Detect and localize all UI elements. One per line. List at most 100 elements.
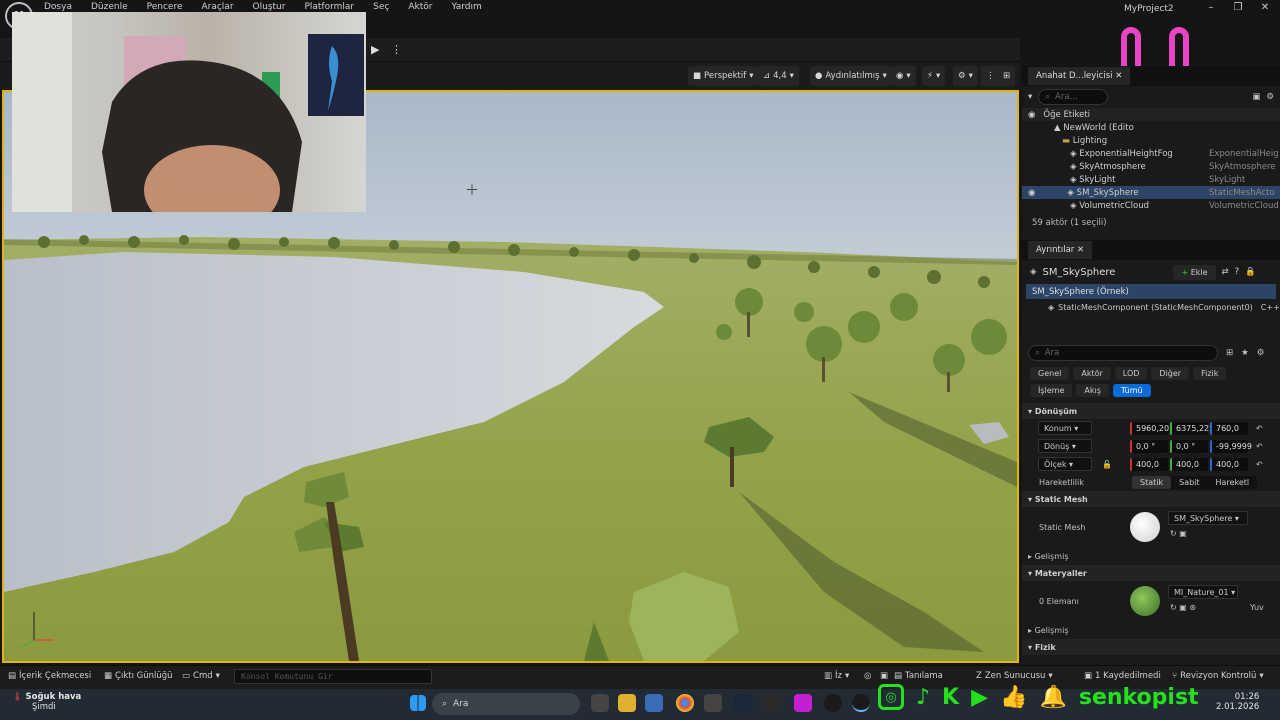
filter-misc[interactable]: Diğer bbox=[1151, 367, 1190, 380]
menu-help[interactable]: Yardım bbox=[451, 2, 490, 12]
layout-grid-icon[interactable]: ⊞ bbox=[998, 66, 1016, 86]
tree-row-folder[interactable]: ▬ Lighting bbox=[1022, 134, 1280, 147]
perspective-button[interactable]: ■ Perspektif ▾ bbox=[688, 66, 759, 86]
menu-tools[interactable]: Araçlar bbox=[201, 2, 242, 12]
camera-icon[interactable]: ▣ bbox=[880, 671, 888, 681]
steam-icon[interactable] bbox=[734, 694, 752, 712]
tree-row-skylight[interactable]: ◈ SkyLight SkyLight bbox=[1022, 173, 1280, 186]
menu-actor[interactable]: Aktör bbox=[408, 2, 441, 12]
chrome-icon[interactable] bbox=[676, 694, 694, 712]
settings-icon[interactable]: ⚙ bbox=[1266, 92, 1274, 102]
eye-icon[interactable]: ◉ bbox=[1028, 110, 1035, 120]
store-icon[interactable] bbox=[645, 694, 663, 712]
browse-icon[interactable]: ↻ ▣ ⊛ bbox=[1170, 603, 1196, 612]
filter-icon[interactable]: ▾ bbox=[1028, 92, 1032, 102]
details-tab[interactable]: Ayrıntılar ✕ bbox=[1028, 241, 1093, 259]
more-options-icon[interactable]: ⋮ bbox=[391, 43, 402, 56]
folder-add-icon[interactable]: ▣ bbox=[1252, 92, 1260, 102]
tree-row-world[interactable]: ▲ NewWorld (Edito bbox=[1022, 121, 1280, 134]
star-icon[interactable]: ★ bbox=[1241, 348, 1249, 358]
lock-icon[interactable]: 🔒 bbox=[1245, 267, 1256, 277]
table-view-icon[interactable]: ⊞ bbox=[1226, 348, 1233, 358]
output-log-button[interactable]: ▦ Çıktı Günlüğü bbox=[104, 671, 173, 681]
trace-button[interactable]: ▥ İz ▾ bbox=[824, 671, 849, 681]
reset-icon[interactable]: ↶ bbox=[1256, 442, 1263, 451]
gear-icon[interactable]: ⚙ bbox=[1257, 348, 1265, 358]
filter-physics[interactable]: Fizik bbox=[1193, 367, 1227, 380]
lock-icon[interactable]: 🔓 bbox=[1102, 460, 1112, 469]
camera-speed-button[interactable]: ⊿ 4,4 ▾ bbox=[758, 66, 799, 86]
rotation-dropdown[interactable]: Dönüş ▾ bbox=[1038, 439, 1092, 453]
location-z[interactable]: 760,0 bbox=[1210, 421, 1248, 435]
app-purple-icon[interactable] bbox=[794, 694, 812, 712]
filter-rendering[interactable]: İşleme bbox=[1030, 384, 1073, 397]
browse-icon[interactable]: ↻ ▣ bbox=[1170, 529, 1187, 538]
cmd-dropdown[interactable]: ▭ Cmd ▾ bbox=[182, 671, 220, 681]
epic-games-icon[interactable] bbox=[764, 694, 782, 712]
weather-widget[interactable]: 🌡 Soğuk hava Şimdi bbox=[12, 692, 81, 712]
viewport-menu-icon[interactable]: ⋮ bbox=[981, 66, 1000, 86]
section-static-mesh[interactable]: ▾ Static Mesh bbox=[1022, 491, 1280, 507]
app-icon[interactable] bbox=[704, 694, 722, 712]
unreal-active-icon[interactable] bbox=[852, 694, 870, 712]
clock[interactable]: 01:26 2.01.2026 bbox=[1216, 692, 1259, 712]
file-explorer-icon[interactable] bbox=[618, 694, 636, 712]
material-dropdown[interactable]: MI_Nature_01 ▾ bbox=[1168, 585, 1238, 599]
play-icon[interactable]: ▶ bbox=[371, 43, 379, 56]
scale-y[interactable]: 400,0 bbox=[1170, 457, 1208, 471]
taskbar-search[interactable]: ⌕ Ara bbox=[432, 693, 580, 715]
eye-icon[interactable]: ◉ bbox=[1028, 188, 1035, 198]
filter-streaming[interactable]: Akış bbox=[1076, 384, 1109, 397]
section-materials[interactable]: ▾ Materyaller bbox=[1022, 565, 1280, 581]
mobility-static[interactable]: Statik bbox=[1132, 475, 1172, 489]
menu-select[interactable]: Seç bbox=[373, 2, 398, 12]
tree-row-fog[interactable]: ◈ ExponentialHeightFog ExponentialHeig bbox=[1022, 147, 1280, 160]
console-input[interactable]: Konsol Komutunu Gir bbox=[234, 669, 432, 684]
filter-all[interactable]: Tümü bbox=[1112, 384, 1151, 397]
advanced-row[interactable]: ▸ Gelişmiş bbox=[1022, 547, 1280, 565]
scale-x[interactable]: 400,0 bbox=[1130, 457, 1168, 471]
instance-row[interactable]: SM_SkySphere (Örnek) bbox=[1026, 284, 1276, 299]
rotation-x[interactable]: 0,0 ° bbox=[1130, 439, 1168, 453]
maximize-icon[interactable]: ❐ bbox=[1231, 2, 1245, 13]
tree-row-skysphere[interactable]: ◉ ◈ SM_SkySphere StaticMeshActo bbox=[1022, 186, 1280, 199]
lighting-mode-button[interactable]: ● Aydınlatılmış ▾ bbox=[810, 66, 892, 86]
show-flags-button[interactable]: ◉ ▾ bbox=[891, 66, 916, 86]
unsaved-button[interactable]: ▣ 1 Kaydedilmedi bbox=[1084, 671, 1161, 681]
close-icon[interactable]: ✕ bbox=[1258, 2, 1272, 13]
mobility-movable[interactable]: Hareketl bbox=[1208, 476, 1258, 489]
reset-icon[interactable]: ↶ bbox=[1256, 424, 1263, 433]
scale-dropdown[interactable]: Ölçek ▾ bbox=[1038, 457, 1092, 471]
revision-control-button[interactable]: ⑂ Revizyon Kontrolü ▾ bbox=[1172, 671, 1264, 681]
mesh-dropdown[interactable]: SM_SkySphere ▾ bbox=[1168, 511, 1248, 525]
record-icon[interactable]: ◎ bbox=[864, 671, 871, 681]
derived-button[interactable]: ▤ Tanılama bbox=[894, 671, 943, 681]
unreal-taskbar-icon[interactable] bbox=[824, 694, 842, 712]
filter-actor[interactable]: Aktör bbox=[1073, 367, 1111, 380]
scale-z[interactable]: 400,0 bbox=[1210, 457, 1248, 471]
mobility-stationary[interactable]: Sabit bbox=[1171, 476, 1207, 489]
menu-platforms[interactable]: Platformlar bbox=[304, 2, 363, 12]
material-thumbnail[interactable] bbox=[1130, 586, 1160, 616]
filter-general[interactable]: Genel bbox=[1030, 367, 1070, 380]
filter-lod[interactable]: LOD bbox=[1114, 367, 1148, 380]
menu-file[interactable]: Dosya bbox=[44, 2, 81, 12]
section-physics[interactable]: ▾ Fizik bbox=[1022, 639, 1280, 655]
section-transform[interactable]: ▾ Dönüşüm bbox=[1022, 403, 1280, 419]
outliner-tab[interactable]: Anahat D...leyicisi ✕ bbox=[1028, 67, 1131, 85]
reset-icon[interactable]: ↶ bbox=[1256, 460, 1263, 469]
help-icon[interactable]: ? bbox=[1235, 267, 1240, 277]
task-view-icon[interactable] bbox=[591, 694, 609, 712]
snap-button[interactable]: ⚡ ▾ bbox=[922, 66, 946, 86]
tree-row-atmosphere[interactable]: ◈ SkyAtmosphere SkyAtmosphere bbox=[1022, 160, 1280, 173]
outliner-search-input[interactable]: ⌕ Ara... bbox=[1038, 89, 1109, 105]
content-drawer-button[interactable]: ▤ İçerik Çekmecesi bbox=[8, 671, 91, 681]
menu-edit[interactable]: Düzenle bbox=[91, 2, 137, 12]
advanced-row-2[interactable]: ▸ Gelişmiş bbox=[1022, 621, 1280, 639]
windows-start-icon[interactable] bbox=[410, 695, 426, 711]
minimize-icon[interactable]: – bbox=[1204, 2, 1218, 13]
location-dropdown[interactable]: Konum ▾ bbox=[1038, 421, 1092, 435]
location-y[interactable]: 6375,222 bbox=[1170, 421, 1214, 435]
blueprint-icon[interactable]: ⇄ bbox=[1222, 267, 1229, 277]
menu-build[interactable]: Oluştur bbox=[253, 2, 295, 12]
